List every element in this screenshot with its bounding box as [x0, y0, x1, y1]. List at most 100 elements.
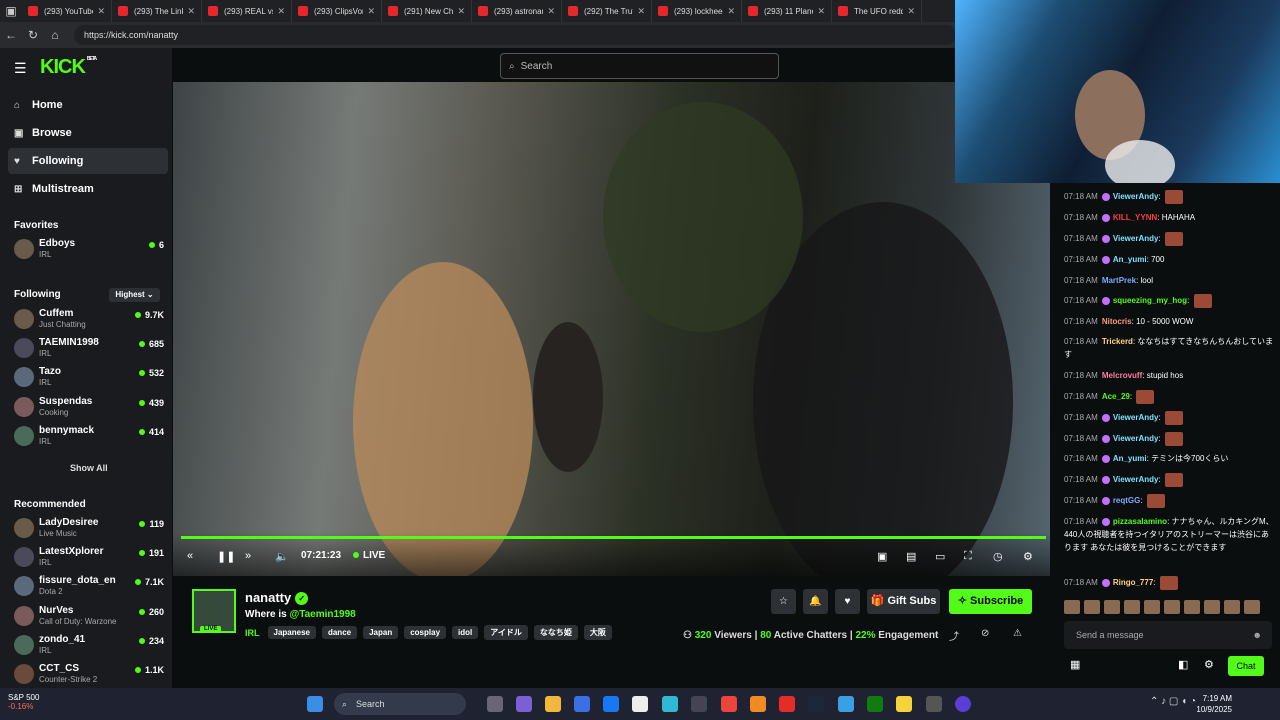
channel-item[interactable]: NurVes Call of Duty: Warzone 260	[14, 603, 164, 629]
sort-dropdown[interactable]: Highest ⌄	[109, 288, 160, 302]
window-menu-icon[interactable]: ▣	[0, 4, 22, 18]
stream-tag[interactable]: Japanese	[267, 626, 316, 639]
sidebar-item-browse[interactable]: ▣ Browse	[8, 120, 168, 146]
chat-username[interactable]: An_yumi	[1113, 454, 1147, 463]
browser-tab[interactable]: (292) The Truth ✕	[562, 0, 652, 22]
subscribe-button[interactable]: ✧ Subscribe	[949, 589, 1032, 614]
vlc-icon[interactable]	[750, 696, 766, 712]
tab-close-icon[interactable]: ✕	[367, 6, 375, 17]
chat-username[interactable]: ViewerAndy	[1113, 192, 1159, 201]
chat-username[interactable]: KILL_YYNN	[1113, 213, 1157, 222]
chat-username[interactable]: ViewerAndy	[1113, 475, 1159, 484]
stream-tag[interactable]: cosplay	[404, 626, 447, 639]
calculator-icon[interactable]	[691, 696, 707, 712]
notification-bell-button[interactable]: 🔔	[803, 589, 828, 614]
browser-tab[interactable]: (293) ClipsVor ✕	[292, 0, 382, 22]
miniplayer-icon[interactable]: ▣	[877, 550, 887, 563]
stream-tag[interactable]: ななち姫	[533, 625, 578, 640]
tab-close-icon[interactable]: ✕	[457, 6, 465, 17]
channel-item[interactable]: zondo_41 IRL 234	[14, 632, 164, 658]
channel-item[interactable]: bennymack IRL 414	[14, 423, 164, 449]
channel-item[interactable]: Cuffem Just Chatting 9.7K	[14, 306, 164, 332]
chat-input[interactable]: Send a message ☻	[1064, 621, 1272, 649]
channel-item[interactable]: Edboys IRL 6	[14, 236, 164, 262]
chat-mode-icon[interactable]: ◧	[1178, 658, 1188, 671]
steam-icon[interactable]	[808, 696, 824, 712]
emote-icon[interactable]	[1064, 600, 1080, 614]
app-icon[interactable]	[838, 696, 854, 712]
theater-icon[interactable]: ▭	[935, 550, 945, 563]
speed-icon[interactable]: ◷	[993, 550, 1003, 563]
emote-icon[interactable]	[1244, 600, 1260, 614]
tab-close-icon[interactable]: ✕	[187, 6, 195, 17]
stream-tag[interactable]: dance	[321, 626, 358, 639]
tab-close-icon[interactable]: ✕	[277, 6, 285, 17]
taskbar-search[interactable]: ⌕ Search	[334, 693, 466, 715]
chat-username[interactable]: MartPrek	[1102, 276, 1136, 285]
chrome-icon[interactable]	[721, 696, 737, 712]
emote-icon[interactable]	[1164, 600, 1180, 614]
report-icon[interactable]: ⚠	[1013, 628, 1022, 639]
obs-icon[interactable]	[926, 696, 942, 712]
emote-icon[interactable]	[1124, 600, 1140, 614]
stream-tag[interactable]: Japan	[363, 626, 399, 639]
rewind-icon[interactable]: «	[187, 550, 193, 562]
streamer-name[interactable]: nanatty ✓	[245, 590, 309, 606]
store-icon[interactable]	[574, 696, 590, 712]
chat-send-button[interactable]: Chat	[1228, 656, 1264, 676]
menu-icon[interactable]: ☰	[14, 60, 27, 77]
stream-tag[interactable]: アイドル	[484, 625, 528, 640]
video-player[interactable]: « ❚❚ » 🔈 07:21:23 LIVE ▣ ▤ ▭ ⛶ ◷ ⚙	[173, 82, 1050, 576]
tab-close-icon[interactable]: ✕	[637, 6, 645, 17]
chat-settings-icon[interactable]: ⚙	[1204, 658, 1214, 671]
browser-tab[interactable]: (293) lockheed ✕	[652, 0, 742, 22]
progress-bar[interactable]	[181, 536, 1046, 539]
kick-logo[interactable]: KICK BETA	[40, 56, 97, 79]
youtube-icon[interactable]	[779, 696, 795, 712]
search-input[interactable]: ⌕ Search	[500, 53, 779, 79]
stream-tag[interactable]: idol	[452, 626, 479, 639]
channel-item[interactable]: CCT_CS Counter-Strike 2 1.1K	[14, 661, 164, 687]
clock[interactable]: 7:19 AM 10/9/2025	[1196, 693, 1232, 715]
chat-username[interactable]: Ace_29	[1102, 392, 1130, 401]
channel-item[interactable]: LadyDesiree Live Music 119	[14, 515, 164, 541]
tab-close-icon[interactable]: ✕	[907, 6, 915, 17]
sidebar-item-following[interactable]: ♥ Following	[8, 148, 168, 174]
hide-icon[interactable]: ⊘	[981, 628, 989, 639]
chat-username[interactable]: squeezing_my_hog	[1113, 296, 1187, 305]
notes-icon[interactable]	[896, 696, 912, 712]
tab-close-icon[interactable]: ✕	[727, 6, 735, 17]
channel-item[interactable]: TAEMIN1998 IRL 685	[14, 335, 164, 361]
chat-username[interactable]: Ringo_777	[1113, 578, 1153, 587]
emote-icon[interactable]	[1104, 600, 1120, 614]
sidebar-item-home[interactable]: ⌂ Home	[8, 92, 168, 118]
xbox-icon[interactable]	[867, 696, 883, 712]
chat-username[interactable]: ViewerAndy	[1113, 234, 1159, 243]
copilot-icon[interactable]	[516, 696, 532, 712]
emote-icon[interactable]	[1084, 600, 1100, 614]
browser-tab[interactable]: (291) New Ch ✕	[382, 0, 472, 22]
amazon-icon[interactable]	[632, 696, 648, 712]
url-field[interactable]: https://kick.com/nanatty	[74, 25, 956, 45]
gift-icon[interactable]: ▦	[1070, 658, 1080, 671]
fullscreen-icon[interactable]: ⛶	[964, 550, 972, 563]
chat-username[interactable]: Nitocris	[1102, 317, 1132, 326]
chat-username[interactable]: ViewerAndy	[1113, 434, 1159, 443]
tab-close-icon[interactable]: ✕	[817, 6, 825, 17]
tab-close-icon[interactable]: ✕	[547, 6, 555, 17]
emote-icon[interactable]	[1184, 600, 1200, 614]
pause-icon[interactable]: ❚❚	[217, 550, 235, 563]
emote-icon[interactable]	[1224, 600, 1240, 614]
assistant-icon[interactable]	[955, 696, 971, 712]
home-icon[interactable]: ⌂	[44, 28, 66, 42]
chat-username[interactable]: reqtGG	[1113, 496, 1141, 505]
favorite-star-button[interactable]: ☆	[771, 589, 796, 614]
sidebar-item-multistream[interactable]: ⊞ Multistream	[8, 176, 168, 202]
follow-heart-button[interactable]: ♥	[835, 589, 860, 614]
clip-icon[interactable]: ▤	[906, 550, 916, 563]
emote-icon[interactable]	[1144, 600, 1160, 614]
forward-icon[interactable]: »	[245, 550, 251, 562]
browser-tab[interactable]: (293) The Link ✕	[112, 0, 202, 22]
volume-icon[interactable]: 🔈	[275, 550, 289, 563]
tray-icons[interactable]: ⌃ ♪ ▢ ◖ ◔	[1150, 696, 1196, 707]
